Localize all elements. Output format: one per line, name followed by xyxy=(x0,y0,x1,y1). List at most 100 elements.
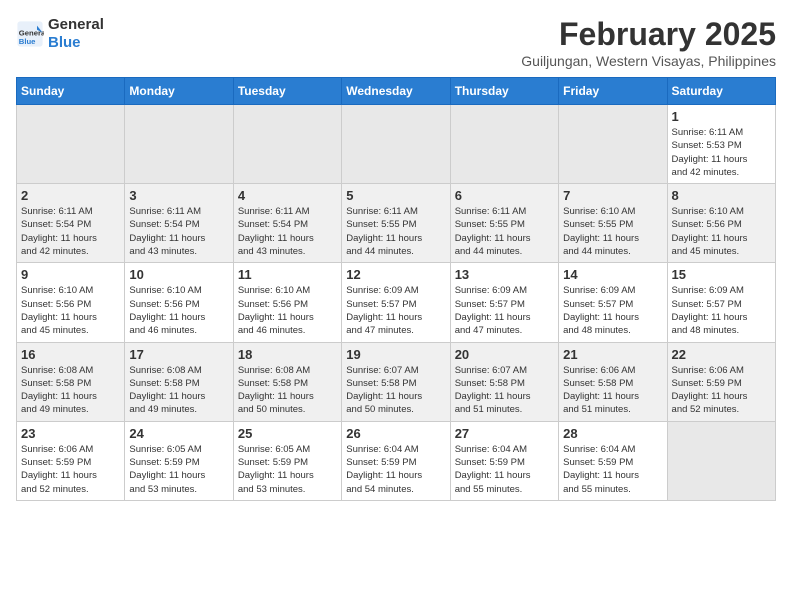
day-info: Sunrise: 6:07 AM Sunset: 5:58 PM Dayligh… xyxy=(455,364,554,417)
calendar-cell-week1-day5 xyxy=(450,105,558,184)
day-info: Sunrise: 6:04 AM Sunset: 5:59 PM Dayligh… xyxy=(455,443,554,496)
calendar-cell-week5-day5: 27Sunrise: 6:04 AM Sunset: 5:59 PM Dayli… xyxy=(450,421,558,500)
weekday-header-monday: Monday xyxy=(125,78,233,105)
logo-icon: General Blue xyxy=(16,20,44,48)
day-number: 26 xyxy=(346,426,445,441)
day-number: 24 xyxy=(129,426,228,441)
weekday-header-tuesday: Tuesday xyxy=(233,78,341,105)
calendar-cell-week3-day7: 15 Sunrise: 6:09 AM Sunset: 5:57 PM Dayli… xyxy=(667,263,775,342)
day-info: Sunrise: 6:08 AM Sunset: 5:58 PM Dayligh… xyxy=(129,364,228,417)
day-number: 1 xyxy=(672,109,771,124)
calendar-cell-week2-day7: 8Sunrise: 6:10 AM Sunset: 5:56 PM Daylig… xyxy=(667,184,775,263)
calendar-cell-week4-day5: 20 Sunrise: 6:07 AM Sunset: 5:58 PM Dayli… xyxy=(450,342,558,421)
location: Guiljungan, Western Visayas, Philippines xyxy=(521,53,776,69)
calendar-cell-week2-day3: 4 Sunrise: 6:11 AM Sunset: 5:54 PM Daylig… xyxy=(233,184,341,263)
day-number: 28 xyxy=(563,426,662,441)
day-number: 18 xyxy=(238,347,337,362)
day-number: 21 xyxy=(563,347,662,362)
calendar-cell-week5-day3: 25 Sunrise: 6:05 AM Sunset: 5:59 PM Dayli… xyxy=(233,421,341,500)
day-info: Sunrise: 6:10 AM Sunset: 5:56 PM Dayligh… xyxy=(238,284,337,337)
day-number: 6 xyxy=(455,188,554,203)
day-number: 11 xyxy=(238,267,337,282)
calendar-week-2: 2Sunrise: 6:11 AM Sunset: 5:54 PM Daylig… xyxy=(17,184,776,263)
day-info: Sunrise: 6:11 AM Sunset: 5:55 PM Dayligh… xyxy=(455,205,554,258)
calendar-cell-week3-day3: 11 Sunrise: 6:10 AM Sunset: 5:56 PM Dayli… xyxy=(233,263,341,342)
calendar-cell-week5-day6: 28 Sunrise: 6:04 AM Sunset: 5:59 PM Dayli… xyxy=(559,421,667,500)
day-number: 9 xyxy=(21,267,120,282)
calendar-cell-week5-day1: 23 Sunrise: 6:06 AM Sunset: 5:59 PM Dayli… xyxy=(17,421,125,500)
calendar-cell-week1-day6 xyxy=(559,105,667,184)
title-area: February 2025 Guiljungan, Western Visaya… xyxy=(521,16,776,69)
calendar-cell-week4-day4: 19 Sunrise: 6:07 AM Sunset: 5:58 PM Dayli… xyxy=(342,342,450,421)
day-info: Sunrise: 6:09 AM Sunset: 5:57 PM Dayligh… xyxy=(563,284,662,337)
day-number: 25 xyxy=(238,426,337,441)
day-info: Sunrise: 6:08 AM Sunset: 5:58 PM Dayligh… xyxy=(21,364,120,417)
calendar-week-3: 9 Sunrise: 6:10 AM Sunset: 5:56 PM Daylig… xyxy=(17,263,776,342)
logo-general: General xyxy=(48,16,104,34)
calendar-cell-week4-day1: 16 Sunrise: 6:08 AM Sunset: 5:58 PM Dayli… xyxy=(17,342,125,421)
weekday-header-saturday: Saturday xyxy=(667,78,775,105)
calendar-cell-week1-day4 xyxy=(342,105,450,184)
day-info: Sunrise: 6:10 AM Sunset: 5:56 PM Dayligh… xyxy=(129,284,228,337)
calendar-cell-week4-day3: 18 Sunrise: 6:08 AM Sunset: 5:58 PM Dayli… xyxy=(233,342,341,421)
day-number: 19 xyxy=(346,347,445,362)
day-info: Sunrise: 6:09 AM Sunset: 5:57 PM Dayligh… xyxy=(672,284,771,337)
calendar-week-5: 23 Sunrise: 6:06 AM Sunset: 5:59 PM Dayli… xyxy=(17,421,776,500)
calendar-cell-week4-day2: 17 Sunrise: 6:08 AM Sunset: 5:58 PM Dayli… xyxy=(125,342,233,421)
day-number: 20 xyxy=(455,347,554,362)
day-number: 14 xyxy=(563,267,662,282)
page-header: General Blue General Blue February 2025 … xyxy=(16,16,776,69)
day-info: Sunrise: 6:11 AM Sunset: 5:54 PM Dayligh… xyxy=(21,205,120,258)
day-info: Sunrise: 6:06 AM Sunset: 5:58 PM Dayligh… xyxy=(563,364,662,417)
day-info: Sunrise: 6:09 AM Sunset: 5:57 PM Dayligh… xyxy=(455,284,554,337)
logo-blue: Blue xyxy=(48,34,104,52)
calendar-cell-week2-day6: 7 Sunrise: 6:10 AM Sunset: 5:55 PM Daylig… xyxy=(559,184,667,263)
calendar-cell-week2-day5: 6 Sunrise: 6:11 AM Sunset: 5:55 PM Daylig… xyxy=(450,184,558,263)
day-number: 17 xyxy=(129,347,228,362)
day-number: 4 xyxy=(238,188,337,203)
day-info: Sunrise: 6:04 AM Sunset: 5:59 PM Dayligh… xyxy=(563,443,662,496)
day-info: Sunrise: 6:11 AM Sunset: 5:54 PM Dayligh… xyxy=(238,205,337,258)
day-info: Sunrise: 6:08 AM Sunset: 5:58 PM Dayligh… xyxy=(238,364,337,417)
weekday-header-thursday: Thursday xyxy=(450,78,558,105)
calendar-cell-week5-day7 xyxy=(667,421,775,500)
logo: General Blue General Blue xyxy=(16,16,104,52)
weekday-header-row: SundayMondayTuesdayWednesdayThursdayFrid… xyxy=(17,78,776,105)
day-number: 22 xyxy=(672,347,771,362)
calendar-cell-week3-day2: 10 Sunrise: 6:10 AM Sunset: 5:56 PM Dayli… xyxy=(125,263,233,342)
calendar-cell-week1-day2 xyxy=(125,105,233,184)
calendar-cell-week2-day1: 2Sunrise: 6:11 AM Sunset: 5:54 PM Daylig… xyxy=(17,184,125,263)
day-info: Sunrise: 6:10 AM Sunset: 5:55 PM Dayligh… xyxy=(563,205,662,258)
day-number: 23 xyxy=(21,426,120,441)
calendar-cell-week1-day1 xyxy=(17,105,125,184)
day-number: 13 xyxy=(455,267,554,282)
calendar-table: SundayMondayTuesdayWednesdayThursdayFrid… xyxy=(16,77,776,501)
calendar-week-4: 16 Sunrise: 6:08 AM Sunset: 5:58 PM Dayli… xyxy=(17,342,776,421)
calendar-cell-week1-day7: 1 Sunrise: 6:11 AM Sunset: 5:53 PM Daylig… xyxy=(667,105,775,184)
day-number: 7 xyxy=(563,188,662,203)
day-info: Sunrise: 6:10 AM Sunset: 5:56 PM Dayligh… xyxy=(672,205,771,258)
calendar-cell-week2-day2: 3Sunrise: 6:11 AM Sunset: 5:54 PM Daylig… xyxy=(125,184,233,263)
day-number: 16 xyxy=(21,347,120,362)
weekday-header-wednesday: Wednesday xyxy=(342,78,450,105)
day-number: 10 xyxy=(129,267,228,282)
day-info: Sunrise: 6:05 AM Sunset: 5:59 PM Dayligh… xyxy=(238,443,337,496)
calendar-cell-week3-day5: 13 Sunrise: 6:09 AM Sunset: 5:57 PM Dayli… xyxy=(450,263,558,342)
weekday-header-sunday: Sunday xyxy=(17,78,125,105)
day-info: Sunrise: 6:11 AM Sunset: 5:55 PM Dayligh… xyxy=(346,205,445,258)
calendar-week-1: 1 Sunrise: 6:11 AM Sunset: 5:53 PM Daylig… xyxy=(17,105,776,184)
day-info: Sunrise: 6:05 AM Sunset: 5:59 PM Dayligh… xyxy=(129,443,228,496)
day-number: 5 xyxy=(346,188,445,203)
day-info: Sunrise: 6:06 AM Sunset: 5:59 PM Dayligh… xyxy=(672,364,771,417)
calendar-cell-week5-day4: 26Sunrise: 6:04 AM Sunset: 5:59 PM Dayli… xyxy=(342,421,450,500)
day-info: Sunrise: 6:06 AM Sunset: 5:59 PM Dayligh… xyxy=(21,443,120,496)
calendar-cell-week2-day4: 5 Sunrise: 6:11 AM Sunset: 5:55 PM Daylig… xyxy=(342,184,450,263)
calendar-cell-week1-day3 xyxy=(233,105,341,184)
calendar-cell-week3-day1: 9Sunrise: 6:10 AM Sunset: 5:56 PM Daylig… xyxy=(17,263,125,342)
day-info: Sunrise: 6:07 AM Sunset: 5:58 PM Dayligh… xyxy=(346,364,445,417)
calendar-cell-week3-day4: 12Sunrise: 6:09 AM Sunset: 5:57 PM Dayli… xyxy=(342,263,450,342)
day-number: 15 xyxy=(672,267,771,282)
day-info: Sunrise: 6:11 AM Sunset: 5:53 PM Dayligh… xyxy=(672,126,771,179)
calendar-cell-week4-day7: 22 Sunrise: 6:06 AM Sunset: 5:59 PM Dayli… xyxy=(667,342,775,421)
calendar-cell-week3-day6: 14 Sunrise: 6:09 AM Sunset: 5:57 PM Dayli… xyxy=(559,263,667,342)
